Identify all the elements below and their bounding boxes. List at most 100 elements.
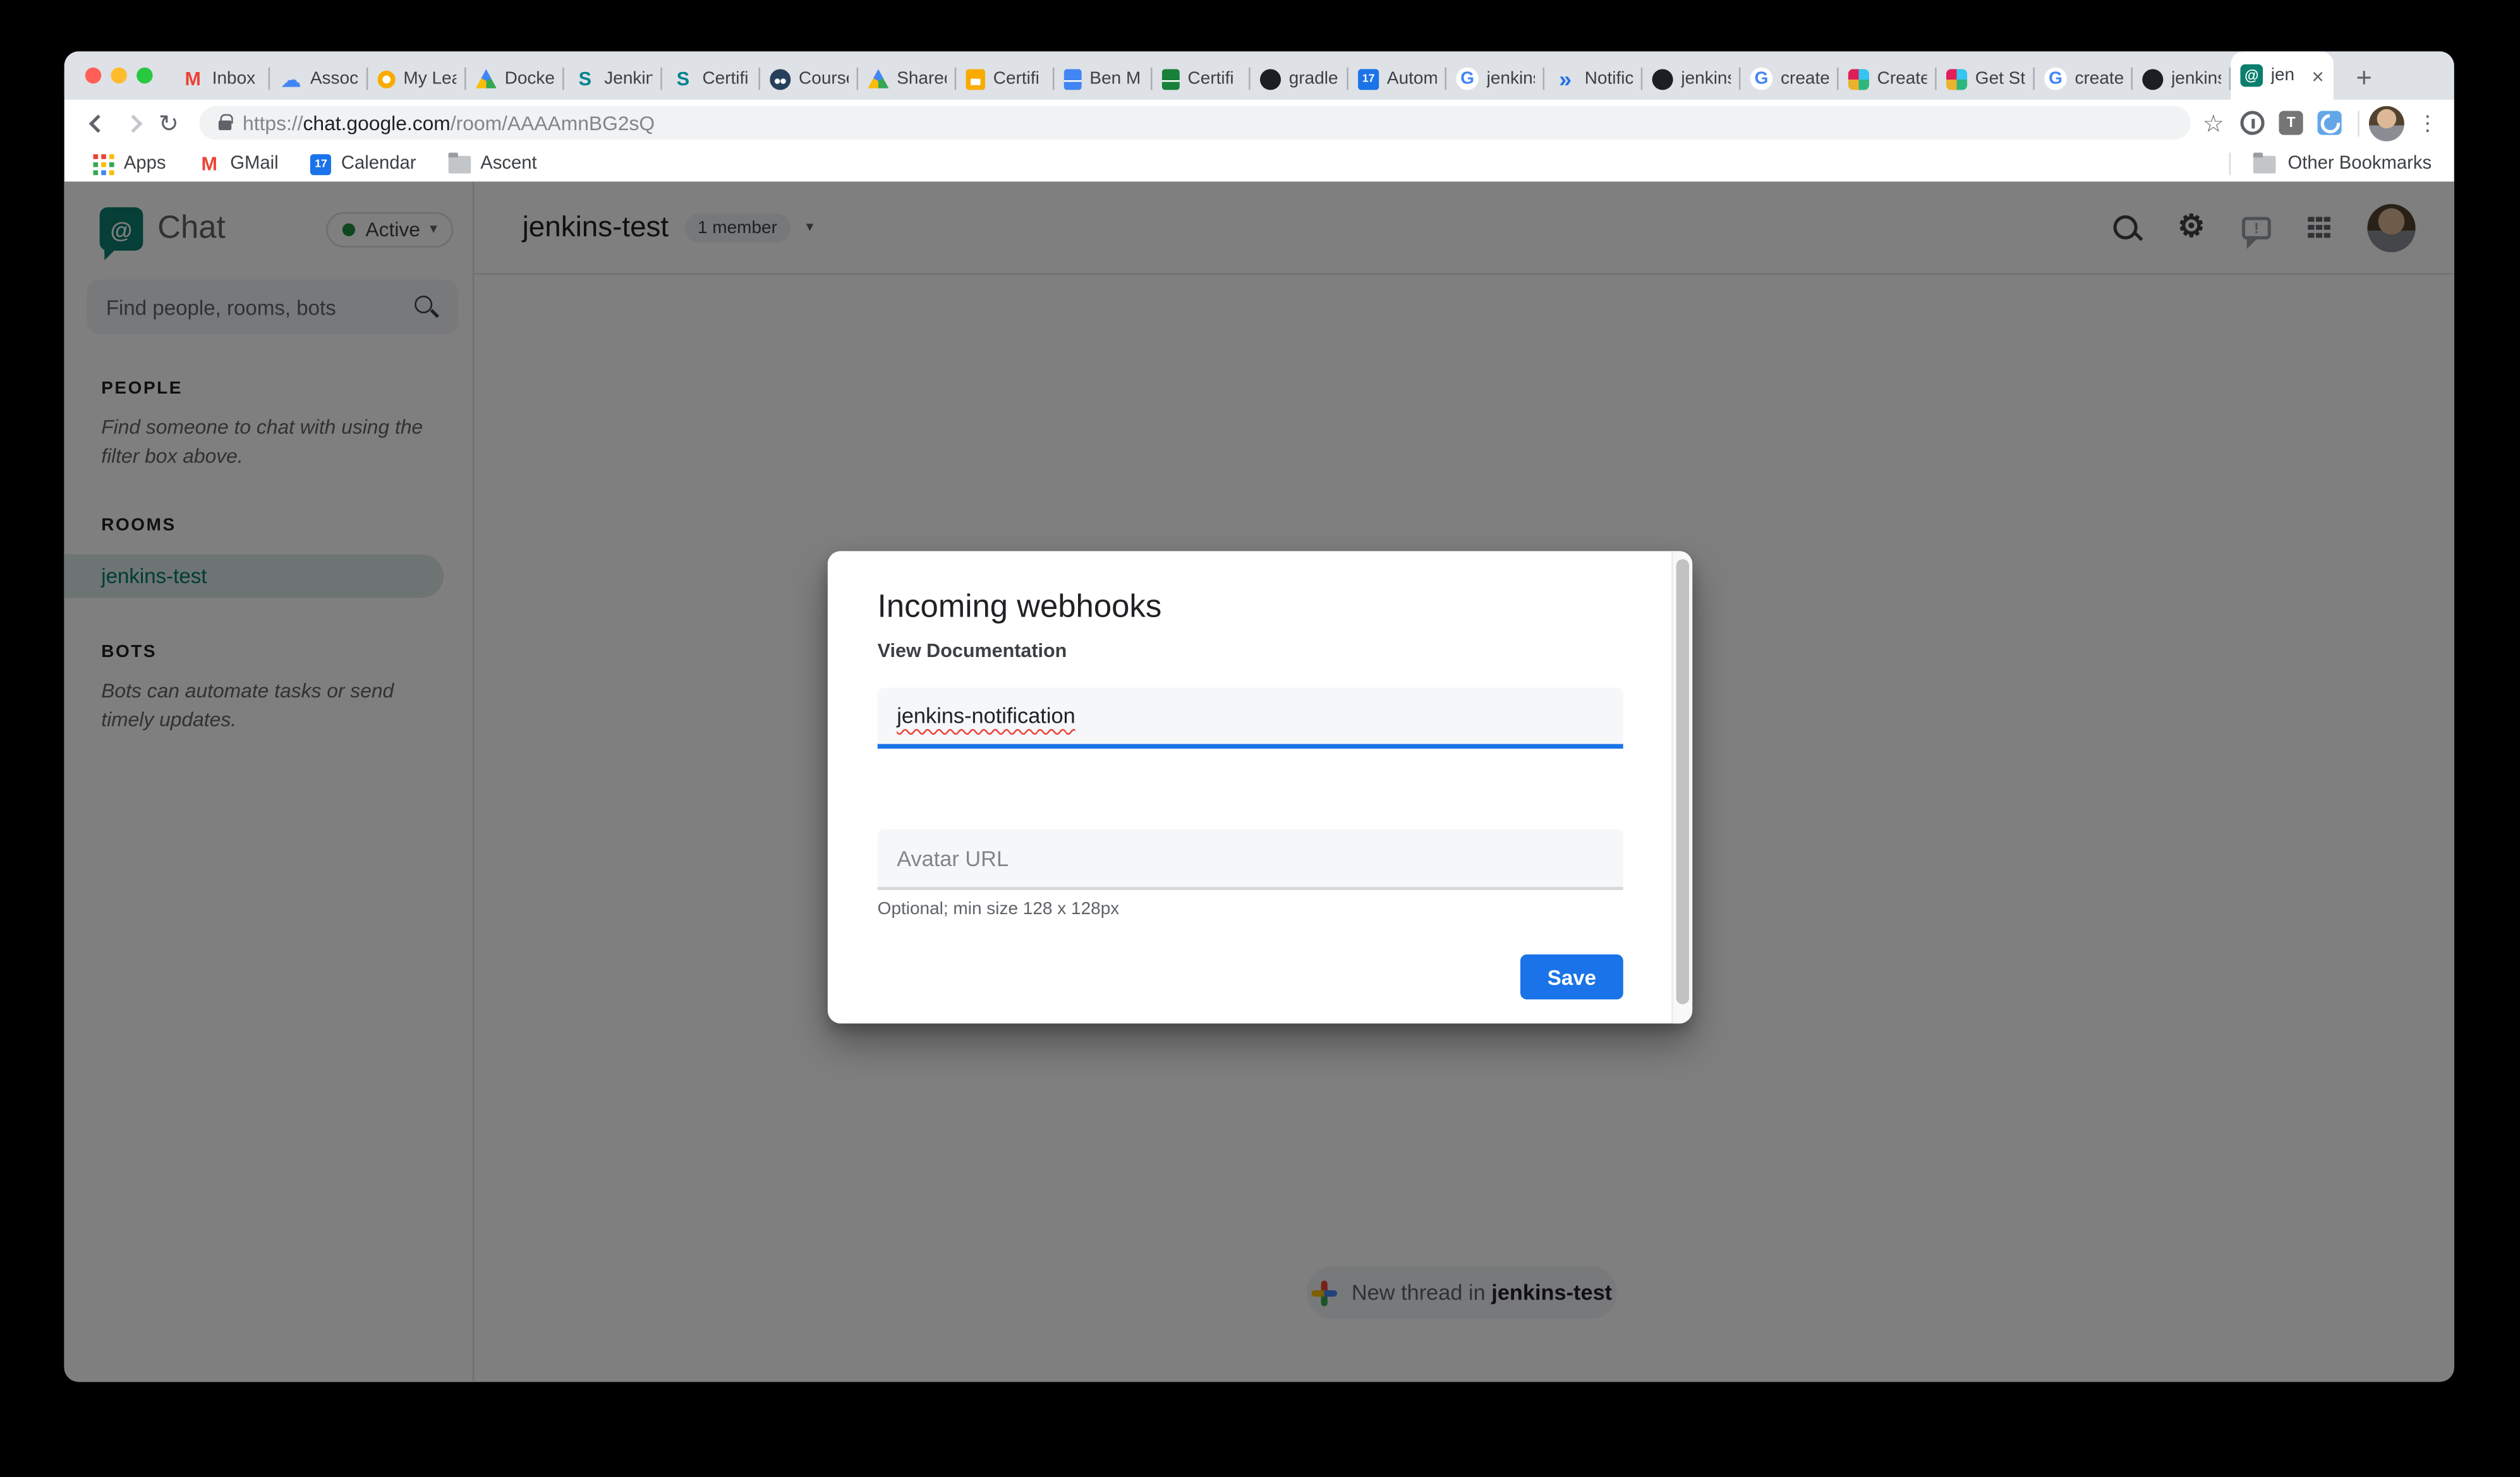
tab-label: jen	[2271, 66, 2304, 85]
google-icon: G	[1456, 68, 1479, 90]
bookmark-apps[interactable]: Apps	[94, 153, 166, 176]
tab-label: Get St	[1975, 69, 2025, 88]
view-documentation-link[interactable]: View Documentation	[878, 639, 1067, 662]
new-tab-button[interactable]: +	[2343, 58, 2385, 100]
tab-close-icon[interactable]: ×	[2311, 65, 2323, 86]
tab[interactable]: S Jenkin	[564, 58, 662, 100]
bookmarks-divider	[2228, 153, 2230, 176]
ring-icon	[378, 70, 396, 88]
tab-label: Certifi	[1188, 69, 1241, 88]
tab-label: Inbox (	[212, 69, 260, 88]
save-button[interactable]: Save	[1520, 955, 1623, 999]
forward-button[interactable]	[116, 106, 151, 141]
traffic-lights	[85, 68, 153, 83]
gcloud-icon: ☁	[280, 68, 303, 90]
tab[interactable]: Docker	[466, 58, 564, 100]
tab-label: jenkins	[1487, 69, 1535, 88]
tab-label: jenkins	[1681, 69, 1731, 88]
password-manager-extension-icon[interactable]	[2240, 111, 2264, 135]
tab[interactable]: Ben M	[1054, 58, 1152, 100]
page-content: @ Chat Active ▾ PEOPLE Find someone to c…	[64, 181, 2454, 1382]
gmail-icon: M	[181, 68, 204, 90]
browser-window: M Inbox ( ☁ Associ My Lea Docker S Jenki…	[64, 51, 2454, 1382]
folder-icon	[2253, 155, 2275, 172]
tab-label: My Lea	[403, 69, 456, 88]
tab-label: Create	[1877, 69, 1927, 88]
tab[interactable]: Course	[760, 58, 858, 100]
tab[interactable]: gradle	[1251, 58, 1348, 100]
tab-label: create	[1781, 69, 1829, 88]
avatar-url-field[interactable]	[878, 829, 1623, 890]
owl-icon	[770, 68, 791, 89]
tab-label: Shared	[897, 69, 947, 88]
drive-icon	[868, 69, 888, 88]
dialog-scrollbar[interactable]	[1671, 551, 1692, 1023]
tab-label: Jenkin	[604, 69, 652, 88]
google-icon: G	[1750, 68, 1773, 90]
lock-icon	[219, 121, 231, 130]
tab[interactable]: My Lea	[368, 58, 466, 100]
extensions-area: T	[2240, 111, 2341, 135]
browser-profile-avatar[interactable]	[2369, 106, 2404, 141]
tab[interactable]: » Notific	[1544, 58, 1642, 100]
folder-icon	[448, 155, 471, 172]
bookmarks-left: Apps M GMail 17 Calendar Ascent	[94, 153, 537, 176]
drive-icon	[476, 69, 497, 88]
tab[interactable]: Shared	[858, 58, 956, 100]
webhook-name-field[interactable]: jenkins-notification	[878, 688, 1623, 749]
tab-label: Autom	[1387, 69, 1437, 88]
incoming-webhooks-dialog: Incoming webhooks View Documentation jen…	[828, 551, 1692, 1023]
desktop: M Inbox ( ☁ Associ My Lea Docker S Jenki…	[0, 0, 2520, 1477]
tab[interactable]: S Certifi	[662, 58, 760, 100]
reload-button[interactable]: ↻	[151, 106, 186, 141]
tab-label: Docker	[505, 69, 555, 88]
tab[interactable]: Create	[1839, 58, 1937, 100]
scrollbar-thumb[interactable]	[1676, 559, 1689, 1004]
tab-active[interactable]: @ jen ×	[2231, 51, 2334, 99]
back-button[interactable]	[80, 106, 116, 141]
docs-icon	[1064, 68, 1082, 89]
tab[interactable]: jenkins	[1642, 58, 1740, 100]
tab-label: create	[2075, 69, 2123, 88]
tab-label: Certifi	[702, 69, 750, 88]
github-icon	[1652, 68, 1673, 89]
confluence-icon: »	[1554, 68, 1577, 90]
github-icon	[2142, 68, 2163, 89]
bookmark-star-icon[interactable]: ☆	[2203, 109, 2224, 138]
forward-icon	[124, 114, 143, 132]
tab[interactable]: Certifi	[956, 58, 1054, 100]
slides-icon	[966, 68, 986, 89]
back-icon	[89, 114, 107, 132]
tab-strip: M Inbox ( ☁ Associ My Lea Docker S Jenki…	[64, 51, 2454, 99]
address-bar[interactable]: https://chat.google.com/room/AAAAmnBG2sQ	[199, 106, 2190, 140]
avatar-hint: Optional; min size 128 x 128px	[878, 900, 1120, 919]
tab-label: Course	[799, 69, 849, 88]
tab[interactable]: G create	[1740, 58, 1838, 100]
browser-menu-icon[interactable]: ⋮	[2417, 110, 2438, 136]
gchat-icon: @	[2240, 64, 2263, 87]
gcal-icon: 17	[1358, 68, 1379, 89]
window-zoom-button[interactable]	[136, 68, 152, 83]
t-extension-icon[interactable]: T	[2279, 111, 2303, 135]
browser-toolbar: ↻ https://chat.google.com/room/AAAAmnBG2…	[64, 100, 2454, 147]
tab[interactable]: jenkins	[2133, 58, 2231, 100]
bookmark-ascent[interactable]: Ascent	[448, 153, 536, 176]
gmail-icon: M	[198, 153, 221, 176]
window-close-button[interactable]	[85, 68, 101, 83]
tab[interactable]: Get St	[1937, 58, 2035, 100]
tab[interactable]: G jenkins	[1446, 58, 1544, 100]
blue-extension-icon[interactable]	[2318, 111, 2342, 135]
tab[interactable]: Certifi	[1153, 58, 1251, 100]
tab[interactable]: G create	[2035, 58, 2133, 100]
github-icon	[1260, 68, 1281, 89]
tab[interactable]: M Inbox (	[172, 58, 270, 100]
bookmark-gmail[interactable]: M GMail	[198, 153, 278, 176]
tab[interactable]: ☁ Associ	[270, 58, 368, 100]
tab-label: jenkins	[2171, 69, 2221, 88]
other-bookmarks[interactable]: Other Bookmarks	[2228, 153, 2432, 176]
google-icon: G	[2044, 68, 2067, 90]
avatar-url-input[interactable]	[897, 846, 1604, 870]
window-minimize-button[interactable]	[111, 68, 126, 83]
bookmark-calendar[interactable]: 17 Calendar	[311, 153, 416, 176]
tab[interactable]: 17 Autom	[1348, 58, 1446, 100]
